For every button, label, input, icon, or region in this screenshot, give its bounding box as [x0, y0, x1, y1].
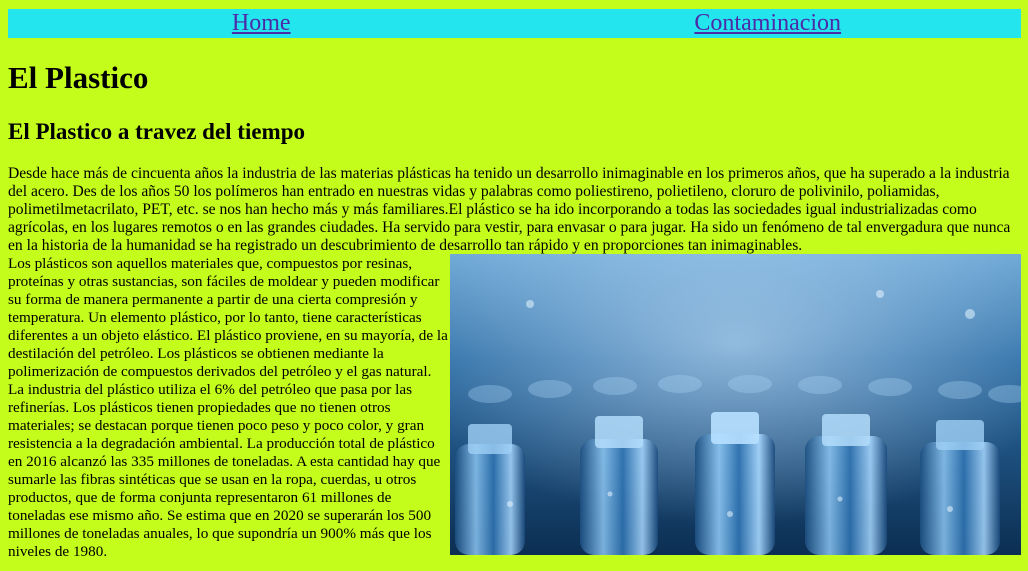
- page-title: El Plastico: [8, 60, 149, 95]
- plastic-bottles-photo: [450, 254, 1021, 555]
- nav-link-contaminacion[interactable]: Contaminacion: [515, 9, 1022, 38]
- body-paragraph: Los plásticos son aquellos materiales qu…: [8, 255, 448, 560]
- page-subtitle: El Plastico a travez del tiempo: [8, 119, 306, 144]
- nav-link-home[interactable]: Home: [8, 9, 515, 38]
- intro-paragraph: Desde hace más de cincuenta años la indu…: [8, 165, 1011, 254]
- nav-bar: Home Contaminacion: [8, 9, 1021, 38]
